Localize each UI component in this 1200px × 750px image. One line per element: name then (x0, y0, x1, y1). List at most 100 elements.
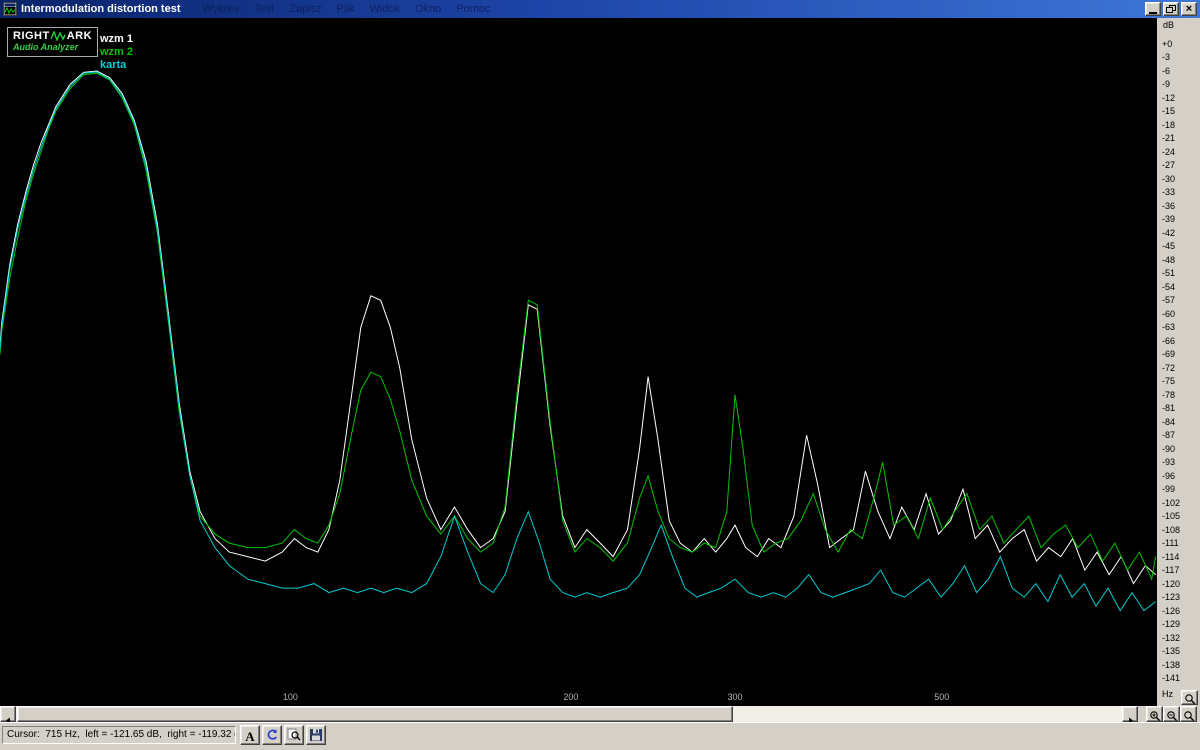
db-tick: -9 (1162, 79, 1171, 90)
refresh-button[interactable] (262, 725, 282, 745)
logo-brand-right: ARK (66, 30, 93, 42)
menu-item-1[interactable]: Test (254, 3, 274, 15)
db-tick: -120 (1162, 578, 1181, 589)
db-tick: -18 (1162, 119, 1176, 130)
db-tick: -69 (1162, 349, 1176, 360)
db-tick: -75 (1162, 376, 1176, 387)
minimize-icon[interactable] (1145, 2, 1161, 16)
status-bar: Cursor: 715 Hz, left = -121.65 dB, right… (0, 722, 1200, 750)
db-tick: -114 (1162, 551, 1180, 562)
font-button[interactable]: A (240, 725, 260, 745)
vertical-zoom-icon[interactable] (1181, 690, 1198, 705)
rmaa-window: Intermodulation distortion test Wykres Te… (0, 0, 1200, 750)
window-controls: × (1145, 2, 1197, 16)
db-tick: -132 (1162, 632, 1181, 643)
freq-tick: 100 (282, 692, 298, 702)
floppy-icon (310, 729, 322, 741)
db-tick: -81 (1162, 403, 1176, 414)
menu-item-0[interactable]: Wykres (203, 3, 240, 15)
db-tick: -12 (1162, 92, 1176, 103)
db-tick: -15 (1162, 106, 1176, 117)
db-tick: +0 (1162, 39, 1173, 49)
scroll-left-icon[interactable] (0, 706, 16, 724)
db-tick: -141 (1162, 673, 1181, 683)
db-tick: -129 (1162, 619, 1181, 630)
db-tick: -84 (1162, 416, 1176, 427)
db-tick: -102 (1162, 497, 1181, 508)
legend-item-2: karta (100, 59, 127, 71)
freq-tick: 300 (727, 692, 743, 702)
freq-tick: 500 (934, 692, 950, 702)
db-tick: -87 (1162, 430, 1176, 441)
db-tick: -45 (1162, 241, 1176, 252)
db-tick: -3 (1162, 52, 1171, 63)
db-tick: -66 (1162, 335, 1176, 346)
db-tick: -39 (1162, 214, 1176, 225)
curve-karta (0, 71, 1156, 612)
zoom-in-icon[interactable] (1146, 706, 1163, 722)
db-tick: -99 (1162, 484, 1176, 495)
freq-tick: 200 (563, 692, 579, 702)
db-tick: -138 (1162, 659, 1181, 670)
legend-item-0: wzm 1 (100, 33, 134, 45)
db-tick: -24 (1162, 146, 1176, 157)
scroll-right-icon[interactable] (1122, 706, 1138, 724)
menu-item-2[interactable]: Zapisz (289, 3, 321, 15)
legend-item-1: wzm 2 (100, 46, 134, 58)
db-tick: -117 (1162, 565, 1180, 576)
db-tick: -93 (1162, 457, 1176, 468)
db-tick: -42 (1162, 227, 1176, 238)
logo-waveform-icon (50, 31, 66, 41)
hz-axis-label: Hz (1162, 689, 1173, 699)
logo-subtitle: Audio Analyzer (13, 42, 79, 52)
app-icon (3, 2, 17, 16)
window-title: Intermodulation distortion test (21, 3, 181, 15)
menu-item-5[interactable]: Okno (415, 3, 441, 15)
title-bar: Intermodulation distortion test Wykres Te… (0, 0, 1200, 18)
db-tick: -96 (1162, 470, 1176, 481)
logo-brand-left: RIGHT (13, 30, 50, 42)
db-tick: -48 (1162, 254, 1176, 265)
db-tick: -21 (1162, 133, 1176, 144)
db-tick: -54 (1162, 281, 1176, 292)
db-tick: -135 (1162, 646, 1181, 657)
close-icon[interactable]: × (1181, 2, 1197, 16)
menu-bar: Wykres Test Zapisz Plik Widok Okno Pomoc (203, 3, 506, 15)
spectrum-curves (0, 70, 1157, 612)
menu-item-3[interactable]: Plik (337, 3, 355, 15)
db-tick: -78 (1162, 389, 1176, 400)
db-tick: -90 (1162, 443, 1176, 454)
db-tick: -30 (1162, 173, 1176, 184)
db-tick: -126 (1162, 605, 1181, 616)
save-button[interactable] (306, 725, 326, 745)
refresh-icon (267, 729, 277, 740)
horizontal-scrollbar (0, 706, 1200, 724)
curve-wzm-1 (0, 70, 1156, 585)
db-tick: -111 (1162, 538, 1179, 549)
menu-item-6[interactable]: Pomoc (456, 3, 490, 15)
db-tick: -57 (1162, 295, 1176, 306)
db-tick: -51 (1162, 268, 1176, 279)
frequency-axis: 100 200 300 500 (0, 692, 1157, 705)
db-axis-label: dB (1163, 20, 1175, 30)
zoom-out-icon[interactable] (1163, 706, 1180, 722)
menu-item-4[interactable]: Widok (369, 3, 400, 15)
db-tick: -72 (1162, 362, 1176, 373)
rightmark-logo: RIGHT ARK Audio Analyzer (7, 27, 99, 57)
restore-icon[interactable] (1163, 2, 1179, 16)
db-tick: -60 (1162, 308, 1176, 319)
db-tick: -108 (1162, 524, 1181, 535)
curve-wzm-2 (0, 72, 1157, 581)
legend: wzm 1 wzm 2 karta (100, 33, 133, 72)
scrollbar-thumb[interactable] (17, 706, 733, 722)
db-tick: -33 (1162, 187, 1176, 198)
analyze-button[interactable] (284, 725, 304, 745)
db-axis: dB +0 -3 -6 -9 -12 -15 -18 -21 -24 -27 -30 -33 -36 -3… (1157, 18, 1200, 706)
db-tick: -123 (1162, 592, 1181, 603)
spectrum-plot[interactable]: RIGHT ARK Audio Analyzer wzm 1 wzm 2 karta… (0, 18, 1157, 706)
db-tick: -27 (1162, 160, 1176, 171)
db-tick: -36 (1162, 200, 1176, 211)
cursor-readout: Cursor: 715 Hz, left = -121.65 dB, right… (2, 726, 236, 744)
zoom-reset-icon[interactable] (1180, 706, 1197, 722)
db-tick: -63 (1162, 322, 1176, 333)
